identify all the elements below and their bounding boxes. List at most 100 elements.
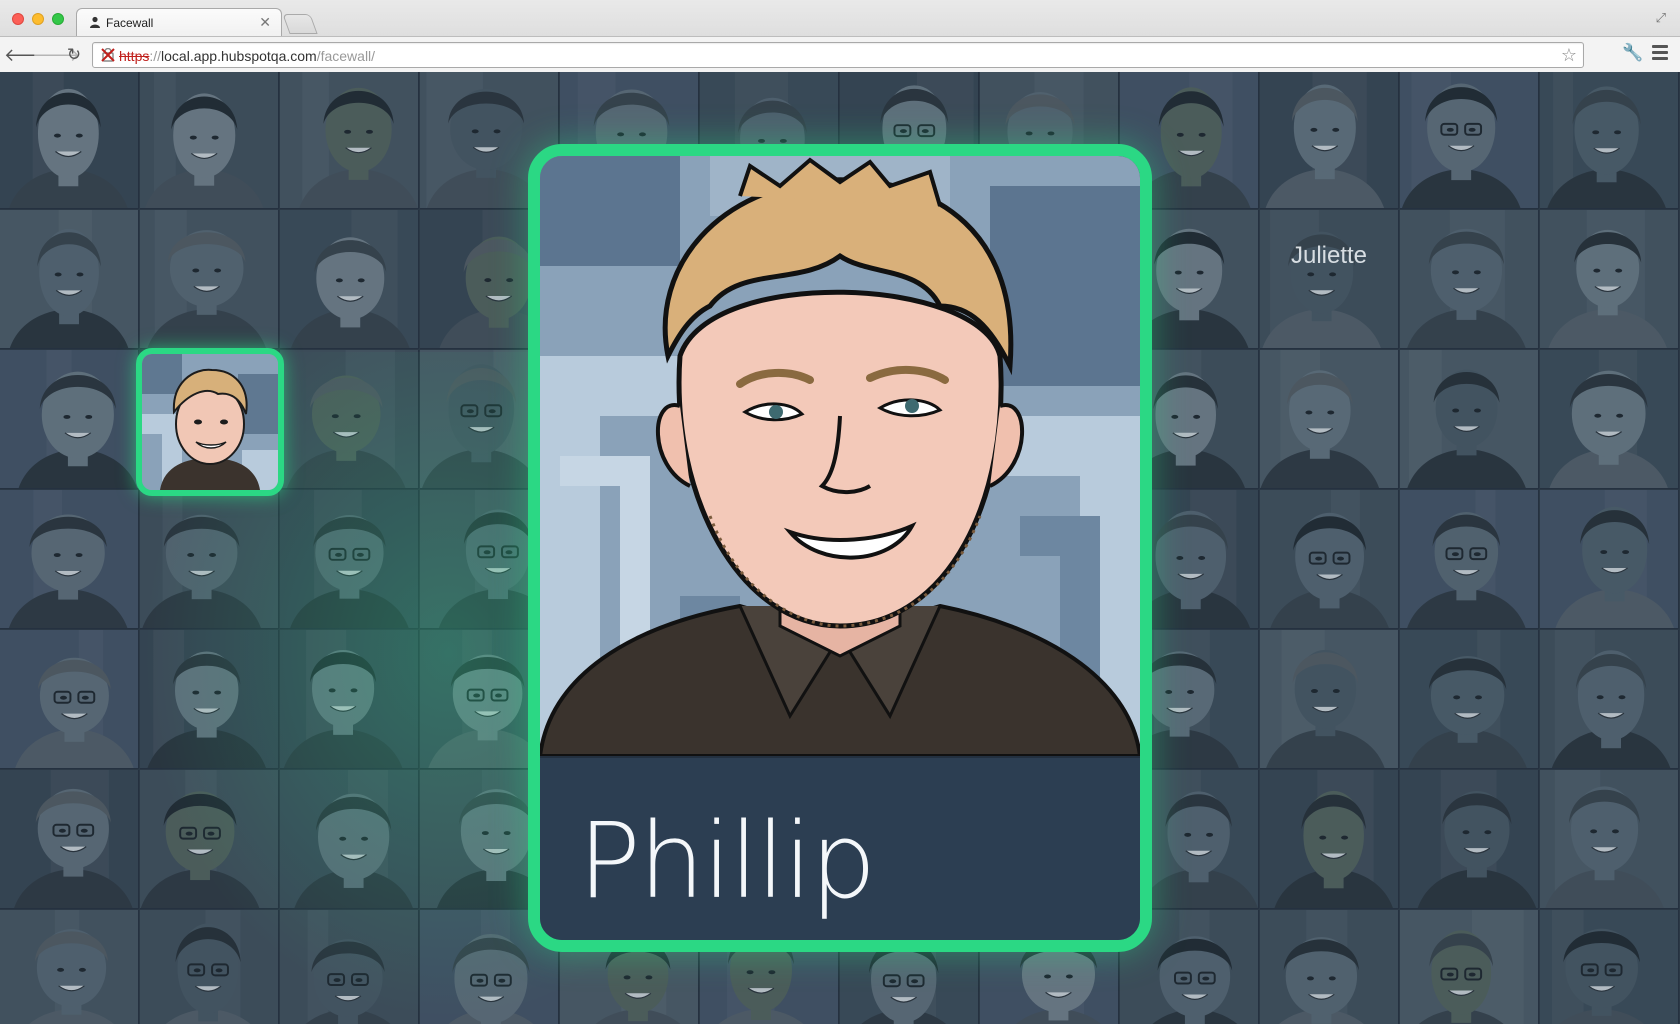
fullscreen-icon[interactable]: ⤢ <box>1656 10 1666 26</box>
face-tile[interactable] <box>1400 350 1539 489</box>
face-photo <box>1400 350 1538 488</box>
address-bar[interactable]: https://local.app.hubspotqa.com/facewall… <box>92 42 1584 68</box>
face-tile[interactable] <box>0 910 139 1024</box>
close-window-button[interactable] <box>12 13 24 25</box>
face-photo <box>1400 770 1538 908</box>
face-tile[interactable] <box>140 910 279 1024</box>
face-tile[interactable] <box>0 490 139 629</box>
face-tile[interactable] <box>140 210 279 349</box>
face-tile[interactable] <box>1260 770 1399 909</box>
face-photo <box>280 210 418 348</box>
face-tile[interactable] <box>1400 630 1539 769</box>
tab-facewall[interactable]: Facewall ✕ <box>76 8 282 36</box>
face-photo <box>1540 770 1678 908</box>
tab-strip: Facewall ✕ ⤢ <box>0 0 1680 36</box>
url-host: local.app.hubspotqa.com <box>161 48 317 64</box>
face-tile[interactable] <box>1540 350 1679 489</box>
face-photo <box>1400 490 1538 628</box>
featured-portrait <box>540 156 1140 756</box>
face-photo <box>0 630 138 768</box>
face-tile[interactable] <box>0 72 139 209</box>
cartoon-avatar-small <box>142 354 278 490</box>
face-photo <box>0 72 138 208</box>
face-photo <box>280 770 418 908</box>
reload-button[interactable]: ↻ <box>62 43 86 67</box>
face-tile[interactable] <box>1540 770 1679 909</box>
face-tile[interactable] <box>1400 770 1539 909</box>
face-photo <box>140 72 278 208</box>
face-tile[interactable] <box>280 770 419 909</box>
face-photo <box>1260 770 1398 908</box>
face-photo <box>140 910 278 1024</box>
face-tile[interactable] <box>1400 910 1539 1024</box>
face-tile[interactable] <box>140 490 279 629</box>
face-photo <box>1540 210 1678 348</box>
face-wall: Juliette Phillip <box>0 72 1680 1024</box>
face-tile[interactable] <box>280 490 419 629</box>
face-photo <box>1540 630 1678 768</box>
face-tile[interactable] <box>280 72 419 209</box>
face-photo <box>0 210 138 348</box>
face-tile[interactable] <box>0 350 139 489</box>
face-photo <box>1400 210 1538 348</box>
zoom-window-button[interactable] <box>52 13 64 25</box>
face-photo <box>280 490 418 628</box>
face-tile[interactable] <box>1400 210 1539 349</box>
featured-profile-card[interactable]: Phillip <box>528 144 1152 952</box>
face-photo <box>0 770 138 908</box>
menu-icon[interactable] <box>1652 45 1668 63</box>
face-tile[interactable] <box>1260 490 1399 629</box>
wrench-icon[interactable]: 🔧 <box>1622 43 1643 63</box>
face-tile[interactable] <box>1540 910 1679 1024</box>
face-photo <box>140 490 278 628</box>
face-photo <box>1260 210 1398 348</box>
bookmark-star-icon[interactable]: ☆ <box>1561 45 1577 66</box>
forward-button[interactable]: 🡒 <box>32 43 80 67</box>
face-tile[interactable] <box>280 350 419 489</box>
face-tile[interactable] <box>1260 630 1399 769</box>
face-photo <box>1260 630 1398 768</box>
browser-toolbar: 🡐 🡒 ↻ https://local.app.hubspotqa.com/fa… <box>0 36 1680 72</box>
minimize-window-button[interactable] <box>32 13 44 25</box>
face-tile[interactable] <box>1540 72 1679 209</box>
tab-close-icon[interactable]: ✕ <box>259 14 271 31</box>
face-tile[interactable]: Juliette <box>1260 210 1399 349</box>
face-tile[interactable] <box>1400 490 1539 629</box>
face-tile[interactable] <box>1400 72 1539 209</box>
face-tile[interactable] <box>0 210 139 349</box>
face-tile[interactable] <box>1260 350 1399 489</box>
face-tile[interactable] <box>140 770 279 909</box>
url-scheme: https <box>119 48 150 64</box>
face-tile-name: Juliette <box>1290 242 1368 269</box>
face-photo <box>1260 350 1398 488</box>
face-tile[interactable] <box>140 72 279 209</box>
face-tile[interactable] <box>1260 910 1399 1024</box>
face-photo <box>1540 350 1678 488</box>
face-tile[interactable] <box>1540 210 1679 349</box>
face-photo <box>1400 630 1538 768</box>
face-photo <box>1540 490 1678 628</box>
face-tile[interactable] <box>1540 630 1679 769</box>
face-tile[interactable] <box>140 630 279 769</box>
face-photo <box>1540 72 1678 208</box>
face-tile[interactable] <box>280 630 419 769</box>
back-button[interactable]: 🡐 <box>4 43 52 67</box>
face-tile[interactable] <box>280 210 419 349</box>
face-photo <box>280 910 418 1024</box>
face-photo <box>280 72 418 208</box>
highlighted-face-tile[interactable] <box>136 348 284 496</box>
tab-title: Facewall <box>106 16 154 30</box>
face-tile[interactable] <box>0 630 139 769</box>
face-tile[interactable] <box>1260 72 1399 209</box>
face-tile[interactable] <box>280 910 419 1024</box>
new-tab-button[interactable] <box>282 14 318 34</box>
insecure-lock-icon <box>101 48 115 62</box>
face-photo <box>0 350 138 488</box>
face-photo <box>1260 490 1398 628</box>
featured-name-bar: Phillip <box>540 756 1140 940</box>
face-photo <box>140 630 278 768</box>
face-tile[interactable] <box>0 770 139 909</box>
url-text: https://local.app.hubspotqa.com/facewall… <box>119 48 375 64</box>
face-photo <box>1540 910 1678 1024</box>
face-tile[interactable] <box>1540 490 1679 629</box>
